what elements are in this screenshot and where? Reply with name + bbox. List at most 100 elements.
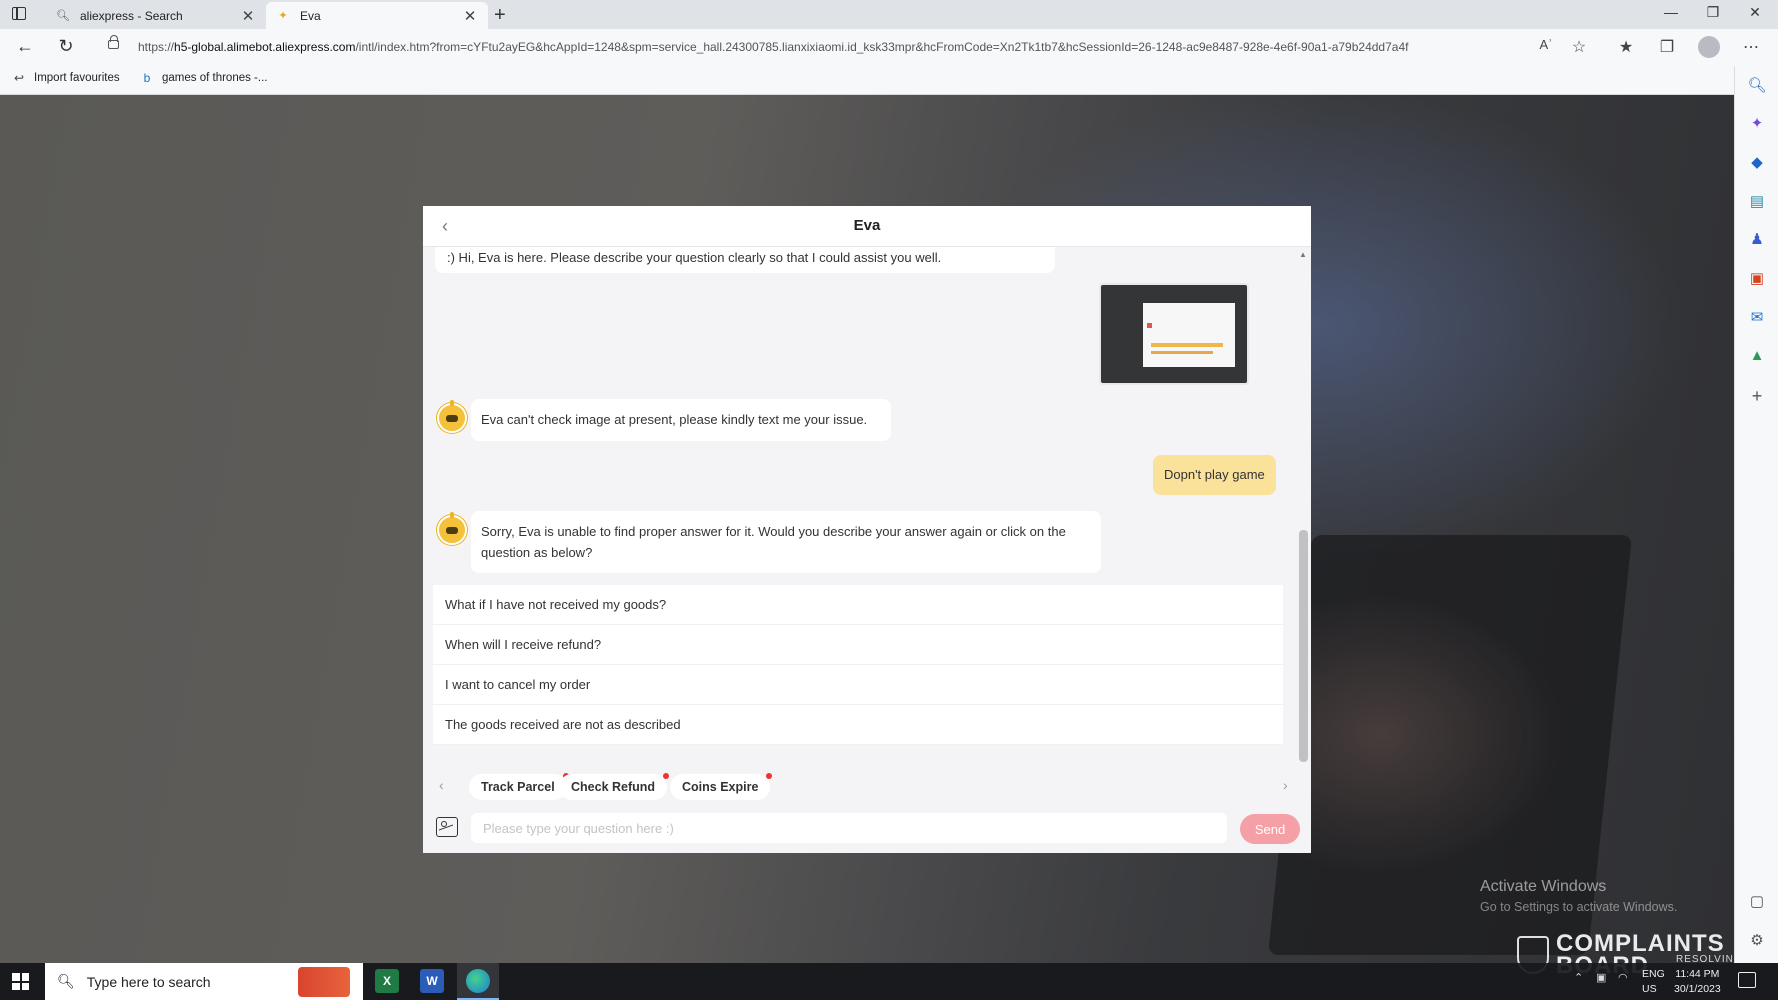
search-icon: 🔍︎ [56, 10, 70, 22]
tools-icon[interactable]: ▤ [1747, 192, 1767, 212]
refresh-icon[interactable]: ↻ [54, 36, 78, 57]
favourites-bar: ↩ Import favourites b games of thrones -… [0, 66, 1778, 95]
bing-icon: b [143, 71, 151, 85]
quick-action-coins-expire[interactable]: Coins Expire [670, 773, 773, 800]
eva-message: Sorry, Eva is unable to find proper answ… [471, 511, 1101, 573]
close-window-icon[interactable]: ✕ [1740, 4, 1770, 21]
screenshot-mark [1147, 323, 1152, 328]
windows-taskbar: 🔍︎ Type here to search X W ⌃ ▣ ◠ ENG US … [0, 963, 1778, 1000]
favourite-star-icon[interactable]: ☆ [1568, 37, 1590, 57]
chip-label: Coins Expire [682, 780, 759, 794]
url-domain: h5-global.alimebot.aliexpress.com [174, 40, 356, 54]
favourite-label: Import favourites [34, 72, 120, 84]
activate-windows-title: Activate Windows [1480, 878, 1607, 895]
copilot-icon[interactable]: ✦ [1747, 114, 1767, 134]
scroll-up-arrow-icon[interactable]: ▲ [1299, 250, 1307, 259]
eva-chat-window: ‹ Eva :) Hi, Eva is here. Please describ… [423, 206, 1311, 853]
wifi-icon[interactable]: ◠ [1618, 971, 1628, 984]
search-icon[interactable]: 🔍︎ [1747, 76, 1767, 96]
notification-dot [766, 773, 773, 779]
new-tab-icon[interactable]: + [494, 4, 506, 27]
office-icon[interactable]: ▣ [1747, 269, 1767, 289]
activate-windows-subtitle: Go to Settings to activate Windows. [1480, 900, 1678, 914]
chat-scrollbar-thumb[interactable] [1299, 530, 1308, 762]
tab-eva[interactable]: ✦ Eva ✕ [266, 2, 488, 29]
suggested-questions: What if I have not received my goods? Wh… [433, 585, 1283, 745]
clock-time: 11:44 PM [1675, 968, 1720, 980]
chevron-left-icon[interactable]: ‹ [439, 777, 444, 793]
tab-strip: 🔍︎ aliexpress - Search ✕ ✦ Eva ✕ + — ❐ ✕ [0, 0, 1778, 29]
chip-label: Track Parcel [481, 780, 555, 794]
profile-avatar[interactable] [1698, 36, 1720, 58]
shopping-tag-icon[interactable]: ◆ [1747, 153, 1767, 173]
chat-title: Eva [853, 217, 881, 234]
notifications-icon[interactable] [1738, 972, 1756, 988]
tab-actions-icon[interactable] [12, 7, 26, 20]
lock-icon[interactable] [108, 35, 119, 49]
back-icon[interactable]: ← [13, 36, 37, 57]
send-button[interactable]: Send [1240, 814, 1300, 844]
read-aloud-icon[interactable]: Aʾ [1535, 37, 1557, 52]
chat-header: ‹ Eva [423, 206, 1311, 247]
address-toolbar: ← ↻ https://h5-global.alimebot.aliexpres… [0, 29, 1778, 66]
screenshot-thumbnail [1143, 303, 1235, 367]
image-upload-icon[interactable] [436, 817, 458, 837]
chevron-right-icon[interactable]: › [1283, 777, 1288, 793]
windows-start-icon[interactable] [12, 973, 29, 990]
chat-input-row: Send [423, 805, 1311, 853]
url-prefix: https:// [138, 40, 175, 54]
quick-action-check-refund[interactable]: Check Refund [559, 773, 670, 800]
screenshot-bar [1151, 351, 1213, 354]
url-path: /intl/index.htm?from=cYFtu2ayEG&hcAppId=… [355, 40, 1409, 54]
search-icon: 🔍︎ [57, 973, 75, 989]
language-indicator[interactable]: ENG US [1642, 967, 1665, 997]
collections-icon[interactable]: ❐ [1656, 37, 1678, 57]
close-tab-icon[interactable]: ✕ [462, 7, 478, 25]
suggested-question[interactable]: I want to cancel my order [433, 665, 1283, 705]
system-clock[interactable]: 11:44 PM 30/1/2023 [1674, 967, 1721, 997]
favourite-import[interactable]: ↩ Import favourites [12, 71, 120, 85]
user-screenshot-message[interactable] [1099, 283, 1249, 385]
add-sidebar-app-icon[interactable]: + [1747, 386, 1767, 406]
tree-icon[interactable]: ▲ [1747, 347, 1767, 367]
eva-message: Eva can't check image at present, please… [471, 399, 891, 441]
more-menu-icon[interactable]: ⋯ [1740, 37, 1762, 57]
eva-avatar [437, 512, 467, 545]
tab-label: Eva [300, 8, 321, 23]
favourites-icon[interactable]: ★ [1615, 37, 1637, 57]
favourite-games-of-thrones[interactable]: b games of thrones -... [140, 71, 268, 85]
network-icon[interactable]: ▣ [1596, 971, 1606, 984]
url-field[interactable]: https://h5-global.alimebot.aliexpress.co… [138, 40, 1508, 54]
excel-icon[interactable]: X [375, 969, 399, 993]
lang-line2: US [1642, 983, 1657, 995]
settings-gear-icon[interactable]: ⚙ [1747, 931, 1767, 951]
eva-avatar [437, 400, 467, 433]
suggested-question[interactable]: The goods received are not as described [433, 705, 1283, 745]
chat-question-input[interactable] [471, 813, 1227, 843]
word-icon[interactable]: W [420, 969, 444, 993]
minimize-icon[interactable]: — [1656, 4, 1686, 20]
import-icon: ↩ [13, 71, 25, 85]
chat-messages[interactable]: :) Hi, Eva is here. Please describe your… [423, 247, 1311, 767]
restore-icon[interactable]: ❐ [1698, 4, 1728, 21]
taskbar-search-placeholder: Type here to search [86, 973, 211, 990]
sidebar-layout-icon[interactable]: ▢ [1747, 892, 1767, 912]
edge-sidebar: 🔍︎ ✦ ◆ ▤ ♟ ▣ ✉ ▲ + ▢ ⚙ [1734, 66, 1778, 963]
tab-aliexpress-search[interactable]: 🔍︎ aliexpress - Search ✕ [46, 2, 266, 29]
user-message: Dopn't play game [1153, 455, 1276, 495]
close-tab-icon[interactable]: ✕ [240, 7, 256, 25]
screenshot-bar [1151, 343, 1223, 347]
suggested-question[interactable]: When will I receive refund? [433, 625, 1283, 665]
suggested-question[interactable]: What if I have not received my goods? [433, 585, 1283, 625]
lang-line1: ENG [1642, 968, 1665, 980]
notification-dot [663, 773, 670, 779]
tab-label: aliexpress - Search [80, 8, 183, 23]
chip-label: Check Refund [571, 780, 656, 794]
tray-chevron-up-icon[interactable]: ⌃ [1574, 971, 1583, 984]
edge-icon[interactable] [466, 969, 490, 993]
outlook-icon[interactable]: ✉ [1747, 308, 1767, 328]
search-highlight-gift-icon[interactable] [298, 967, 350, 997]
clock-date: 30/1/2023 [1674, 983, 1721, 995]
quick-action-track-parcel[interactable]: Track Parcel [469, 773, 569, 800]
games-icon[interactable]: ♟ [1747, 230, 1767, 250]
